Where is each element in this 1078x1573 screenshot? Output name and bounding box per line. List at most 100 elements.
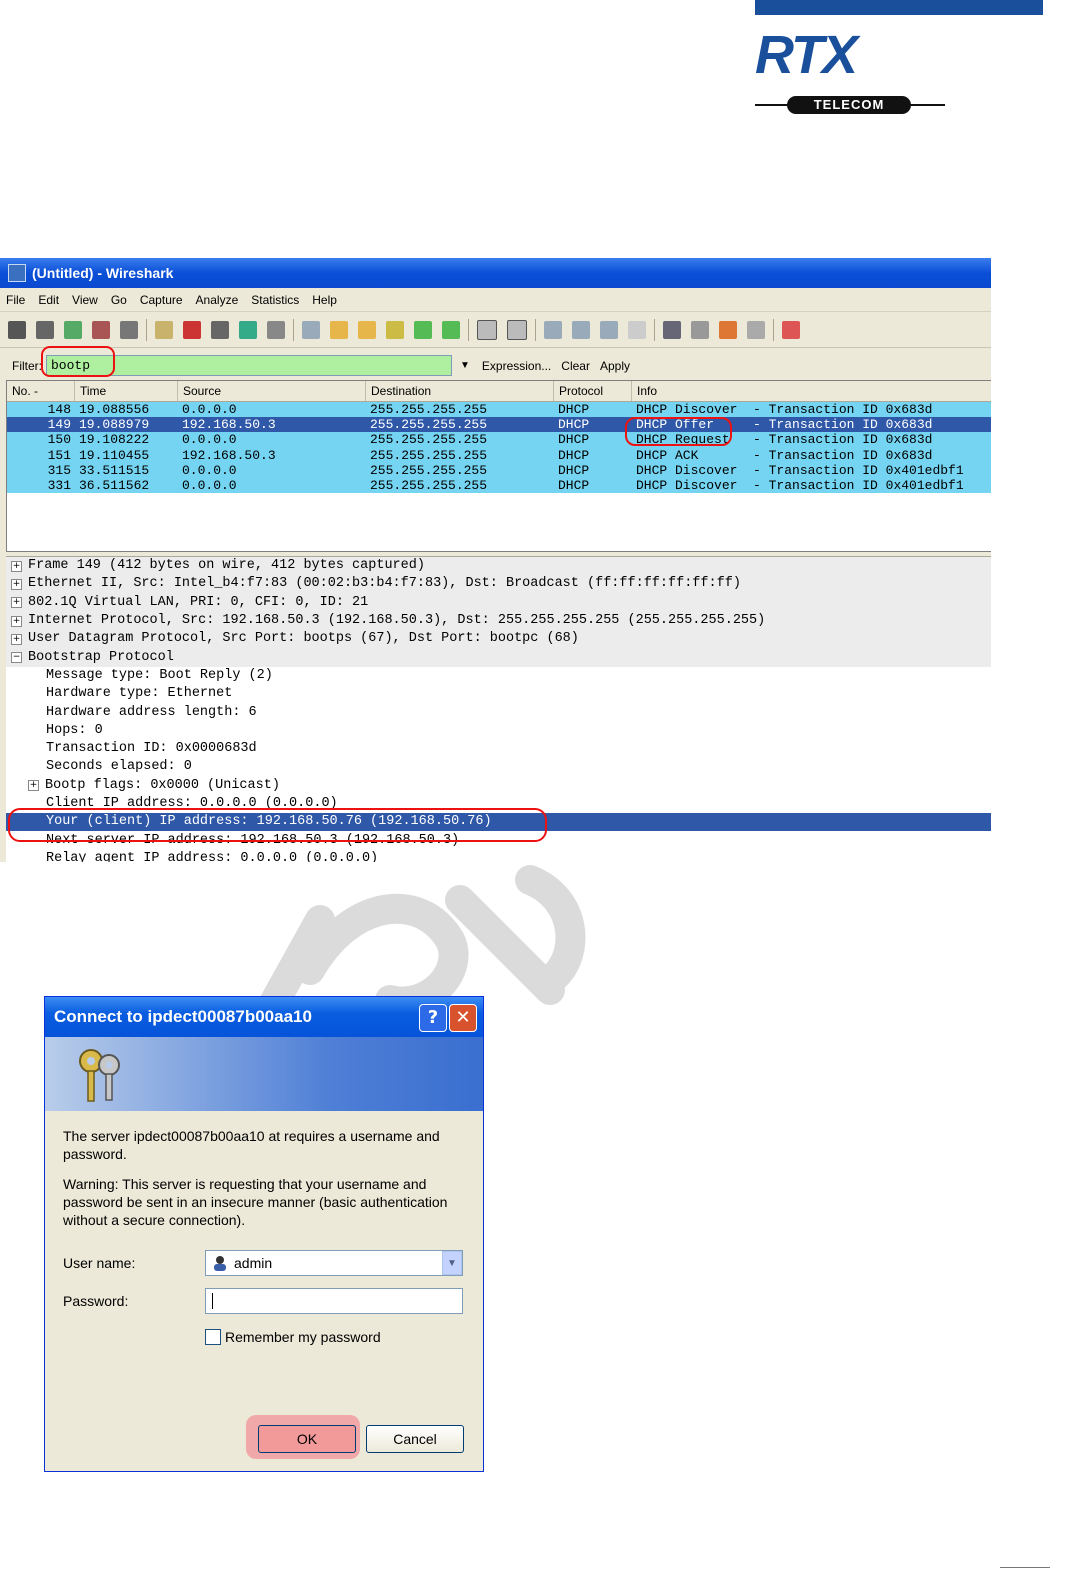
colorize-icon[interactable] — [477, 319, 497, 340]
preferences-icon[interactable] — [747, 320, 765, 339]
packet-no: 331 — [47, 477, 71, 493]
restart-capture-icon[interactable] — [120, 320, 138, 339]
menu-capture[interactable]: Capture — [140, 293, 183, 307]
packet-row[interactable]: 315 33.511515 0.0.0.0 255.255.255.255 DH… — [7, 462, 991, 478]
stop-capture-icon[interactable] — [92, 320, 110, 339]
expression-button[interactable]: Expression... — [482, 359, 551, 373]
tree-row-ethernet[interactable]: + Ethernet II, Src: Intel_b4:f7:83 (00:02… — [6, 575, 991, 594]
menu-help[interactable]: Help — [312, 293, 337, 307]
packet-no: 150 — [47, 432, 71, 448]
help-icon[interactable] — [782, 320, 800, 339]
tree-row-bootstrap[interactable]: − Bootstrap Protocol — [6, 648, 991, 667]
menu-view[interactable]: View — [72, 293, 98, 307]
expand-icon[interactable]: + — [28, 780, 39, 792]
go-back-icon[interactable] — [330, 320, 348, 339]
zoom-out-icon[interactable] — [572, 320, 590, 339]
help-button[interactable]: ? — [419, 1004, 447, 1032]
menu-statistics[interactable]: Statistics — [251, 293, 299, 307]
tree-field[interactable]: Hardware address length: 6 — [6, 703, 991, 721]
tree-row-vlan[interactable]: +802.1Q Virtual LAN, PRI: 0, CFI: 0, ID:… — [6, 593, 991, 612]
col-time[interactable]: Time — [75, 381, 178, 401]
find-icon[interactable] — [302, 320, 320, 339]
packet-protocol: DHCP — [558, 462, 590, 478]
capture-filters-icon[interactable] — [663, 320, 681, 339]
tree-row-flags[interactable]: + Bootp flags: 0x0000 (Unicast) — [6, 777, 991, 795]
menu-bar: File Edit View Go Capture Analyze Statis… — [0, 288, 991, 312]
tree-field[interactable]: Seconds elapsed: 0 — [6, 758, 991, 776]
go-forward-icon[interactable] — [358, 320, 376, 339]
menu-analyze[interactable]: Analyze — [196, 293, 239, 307]
packet-info: DHCP ACK - Transaction ID 0x683d — [636, 447, 933, 463]
tree-label: Ethernet II, Src: Intel_b4:f7:83 (00:02:… — [28, 576, 741, 592]
packet-time: 19.108222 — [79, 432, 150, 448]
go-to-packet-icon[interactable] — [386, 320, 404, 339]
open-icon[interactable] — [155, 320, 173, 339]
dialog-body: The server ipdect00087b00aa10 at require… — [45, 1111, 483, 1361]
coloring-rules-icon[interactable] — [719, 320, 737, 339]
packet-row[interactable]: 150 19.108222 0.0.0.0 255.255.255.255 DH… — [7, 432, 991, 448]
zoom-in-icon[interactable] — [544, 320, 562, 339]
toolbar-separator — [468, 318, 469, 341]
packet-row[interactable]: 151 19.110455 192.168.50.3 255.255.255.2… — [7, 447, 991, 463]
packet-destination: 255.255.255.255 — [370, 447, 488, 463]
col-info[interactable]: Info — [632, 381, 991, 401]
resize-columns-icon[interactable] — [628, 320, 646, 339]
tree-row-frame[interactable]: + Frame 149 (412 bytes on wire, 412 bytes… — [6, 557, 991, 576]
reload-icon[interactable] — [239, 320, 257, 339]
packet-row-selected[interactable]: 149 19.088979 192.168.50.3 255.255.255.2… — [7, 417, 991, 433]
remember-checkbox[interactable] — [205, 1329, 221, 1345]
col-protocol[interactable]: Protocol — [554, 381, 632, 401]
packet-protocol: DHCP — [558, 477, 590, 493]
packet-row[interactable]: 331 36.511562 0.0.0.0 255.255.255.255 DH… — [7, 477, 991, 494]
zoom-normal-icon[interactable] — [600, 320, 618, 339]
close-button[interactable]: ✕ — [449, 1004, 477, 1032]
packet-no: 148 — [47, 402, 71, 417]
packet-source: 0.0.0.0 — [182, 477, 237, 493]
chevron-down-icon[interactable]: ▼ — [442, 1251, 462, 1275]
save-icon[interactable] — [183, 320, 201, 339]
cancel-button[interactable]: Cancel — [366, 1425, 464, 1453]
username-field[interactable]: admin ▼ — [205, 1250, 463, 1276]
auth-message: The server ipdect00087b00aa10 at require… — [63, 1128, 440, 1162]
packet-info: DHCP Discover - Transaction ID 0x401edbf… — [636, 477, 964, 493]
packet-list: No. - Time Source Destination Protocol I… — [6, 380, 991, 552]
menu-file[interactable]: File — [6, 293, 25, 307]
interfaces-icon[interactable] — [8, 320, 26, 339]
tree-field[interactable]: Message type: Boot Reply (2) — [6, 667, 991, 685]
remember-label: Remember my password — [225, 1329, 381, 1345]
password-field[interactable] — [205, 1288, 463, 1314]
close-file-icon[interactable] — [211, 320, 229, 339]
tree-row-ip[interactable]: + Internet Protocol, Src: 192.168.50.3 (1… — [6, 611, 991, 631]
capture-options-icon[interactable] — [36, 320, 54, 339]
filter-dropdown-icon[interactable]: ▼ — [460, 360, 470, 371]
packet-protocol: DHCP — [558, 402, 590, 417]
display-filters-icon[interactable] — [691, 320, 709, 339]
auto-scroll-icon[interactable] — [507, 319, 527, 340]
go-first-icon[interactable] — [414, 320, 432, 339]
print-icon[interactable] — [267, 320, 285, 339]
apply-button[interactable]: Apply — [600, 359, 630, 373]
expand-icon[interactable]: + — [11, 578, 22, 590]
toolbar-separator — [146, 318, 147, 341]
expand-icon[interactable]: + — [11, 560, 22, 572]
start-capture-icon[interactable] — [64, 320, 82, 339]
tree-field[interactable]: Hops: 0 — [6, 722, 991, 740]
expand-icon[interactable]: + — [11, 633, 22, 645]
clear-button[interactable]: Clear — [561, 359, 590, 373]
menu-edit[interactable]: Edit — [38, 293, 59, 307]
col-source[interactable]: Source — [178, 381, 366, 401]
packet-protocol: DHCP — [558, 447, 590, 463]
tree-field[interactable]: Hardware type: Ethernet — [6, 685, 991, 703]
go-last-icon[interactable] — [442, 320, 460, 339]
tree-row-udp[interactable]: + User Datagram Protocol, Src Port: bootp… — [6, 630, 991, 649]
expand-icon[interactable]: + — [11, 597, 22, 609]
collapse-icon[interactable]: − — [11, 652, 22, 664]
menu-go[interactable]: Go — [111, 293, 127, 307]
tree-field[interactable]: Transaction ID: 0x0000683d — [6, 740, 991, 758]
ok-button[interactable]: OK — [258, 1425, 356, 1453]
packet-row[interactable]: 148 19.088556 0.0.0.0 255.255.255.255 DH… — [7, 402, 991, 418]
col-no[interactable]: No. - — [7, 381, 75, 401]
col-destination[interactable]: Destination — [366, 381, 554, 401]
expand-icon[interactable]: + — [11, 615, 22, 627]
remember-password-row[interactable]: Remember my password — [205, 1329, 465, 1345]
